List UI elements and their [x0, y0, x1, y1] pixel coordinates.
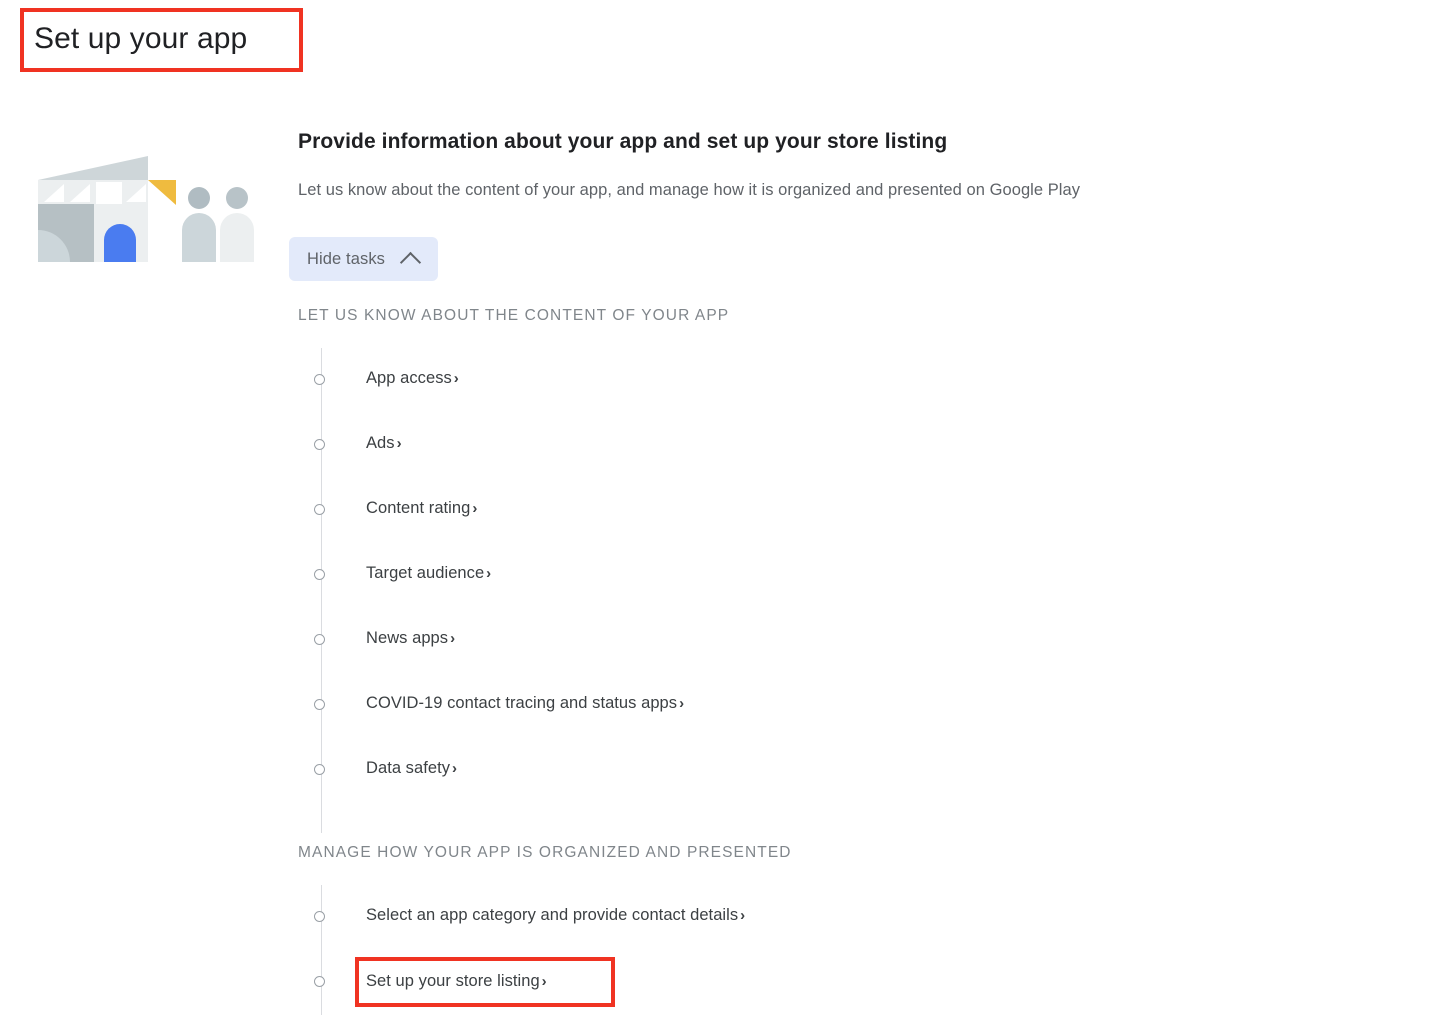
task-link-select-app-category[interactable]: Select an app category and provide conta… — [366, 903, 745, 928]
task-status-circle-icon — [314, 976, 325, 987]
chevron-right-icon: › — [486, 565, 492, 582]
task-row: App access › — [298, 348, 1408, 413]
task-link-news-apps[interactable]: News apps › — [366, 626, 455, 651]
storefront-with-people-illustration — [30, 148, 258, 270]
task-row: Set up your store listing › — [298, 950, 1408, 1015]
task-row: Target audience › — [298, 543, 1408, 608]
task-list-content: App access › Ads › Content rating › Target … — [298, 348, 1408, 803]
task-list-organize: Select an app category and provide conta… — [298, 885, 1408, 1015]
chevron-right-icon: › — [450, 630, 456, 647]
chevron-right-icon: › — [453, 370, 459, 387]
task-link-data-safety[interactable]: Data safety › — [366, 756, 457, 781]
task-group-content: Let us know about the content of your ap… — [298, 306, 1408, 833]
task-link-covid-19-apps[interactable]: COVID-19 contact tracing and status apps… — [366, 691, 684, 716]
chevron-right-icon: › — [472, 500, 478, 517]
chevron-up-icon — [399, 251, 422, 273]
page-title-annotation-box: Set up your app — [20, 8, 303, 72]
task-link-set-up-store-listing[interactable]: Set up your store listing › — [366, 969, 547, 994]
chevron-right-icon: › — [679, 695, 685, 712]
task-row: Select an app category and provide conta… — [298, 885, 1408, 950]
task-row: COVID-19 contact tracing and status apps… — [298, 673, 1408, 738]
group-title-content: Let us know about the content of your ap… — [298, 307, 730, 324]
task-status-circle-icon — [314, 374, 325, 385]
chevron-right-icon: › — [452, 760, 458, 777]
task-status-circle-icon — [314, 439, 325, 450]
task-link-app-access[interactable]: App access › — [366, 366, 459, 391]
task-link-content-rating[interactable]: Content rating › — [366, 496, 477, 521]
task-row: Ads › — [298, 413, 1408, 478]
task-row: Data safety › — [298, 738, 1408, 803]
setup-content: Provide information about your app and s… — [289, 128, 1408, 1015]
chevron-right-icon: › — [740, 907, 746, 924]
task-row: News apps › — [298, 608, 1408, 673]
task-row: Content rating › — [298, 478, 1408, 543]
chevron-right-icon: › — [396, 435, 402, 452]
task-status-circle-icon — [314, 504, 325, 515]
chevron-right-icon: › — [541, 973, 547, 990]
overview-heading: Provide information about your app and s… — [298, 130, 948, 153]
task-status-circle-icon — [314, 764, 325, 775]
group-title-organize: Manage how your app is organized and pre… — [298, 844, 792, 861]
task-status-circle-icon — [314, 634, 325, 645]
timeline-rail-tail — [321, 783, 322, 833]
task-status-circle-icon — [314, 911, 325, 922]
task-status-circle-icon — [314, 699, 325, 710]
task-link-target-audience[interactable]: Target audience › — [366, 561, 491, 586]
hide-tasks-label: Hide tasks — [307, 249, 386, 268]
page-title: Set up your app — [34, 22, 248, 55]
task-group-organize: Manage how your app is organized and pre… — [298, 843, 1408, 1015]
task-status-circle-icon — [314, 569, 325, 580]
overview-subtitle: Let us know about the content of your ap… — [298, 181, 1081, 199]
hide-tasks-button[interactable]: Hide tasks — [289, 237, 439, 281]
task-link-ads[interactable]: Ads › — [366, 431, 402, 456]
